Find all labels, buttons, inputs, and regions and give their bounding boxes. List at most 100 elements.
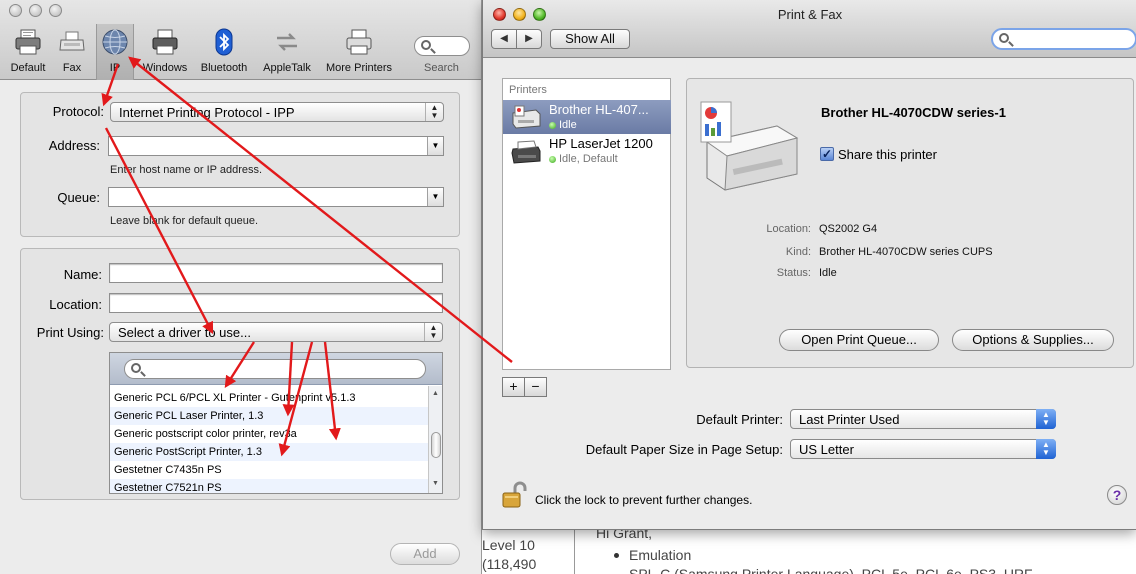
default-paper-value: US Letter [799, 442, 854, 457]
window-title: Print & Fax [777, 7, 843, 22]
updown-arrows-icon: ▲ ▼ [1036, 409, 1056, 429]
more-printers-icon [346, 29, 372, 55]
location-label: Location: [49, 297, 102, 312]
fax-icon [59, 31, 85, 51]
toolbar-fax-label: Fax [62, 62, 82, 74]
kind-key: Kind: [785, 246, 811, 258]
zoom-window-button[interactable] [49, 4, 62, 17]
add-printer-button[interactable]: + [502, 377, 525, 397]
toolbar-more-printers-label: More Printers [325, 62, 393, 74]
printers-list-header: Printers [509, 84, 547, 96]
scrollbar-thumb[interactable] [431, 432, 441, 458]
printer-row-brother[interactable]: Brother HL-407... Idle [503, 100, 671, 134]
back-button[interactable]: ◀ [491, 29, 517, 49]
forward-button[interactable]: ▶ [516, 29, 542, 49]
toolbar-appletalk-button[interactable]: AppleTalk [256, 26, 318, 78]
toolbar-windows-button[interactable]: Windows [138, 26, 192, 78]
default-printer-label: Default Printer: [696, 412, 783, 427]
name-field[interactable] [109, 263, 443, 283]
lock-open-icon[interactable] [501, 481, 527, 509]
chevron-down-icon[interactable]: ▼ [427, 188, 443, 206]
driver-list-item[interactable]: Generic PCL Laser Printer, 1.3 [110, 407, 428, 425]
toolbar-default-label: Default [10, 62, 46, 74]
printer-row-hp[interactable]: HP LaserJet 1200 Idle, Default [503, 134, 671, 168]
default-paper-popup[interactable]: US Letter ▲ ▼ [790, 439, 1056, 459]
printers-list: Printers Brother HL-407... Idle HP Laser… [502, 78, 671, 370]
share-printer-checkbox[interactable]: ✓ [820, 147, 834, 161]
driver-list-scrollbar[interactable]: ▲ ▼ [428, 386, 442, 493]
toolbar-fax-button[interactable]: Fax [54, 26, 90, 78]
help-button[interactable]: ? [1107, 485, 1127, 505]
printer-icon [15, 29, 41, 55]
close-window-button[interactable] [9, 4, 22, 17]
selected-printer-name: Brother HL-4070CDW series-1 [821, 105, 1006, 120]
add-button[interactable]: Add [390, 543, 460, 565]
driver-list-item[interactable]: Gestetner C7435n PS [110, 461, 428, 479]
default-printer-popup[interactable]: Last Printer Used ▲ ▼ [790, 409, 1056, 429]
queue-hint: Leave blank for default queue. [110, 215, 259, 227]
open-print-queue-button[interactable]: Open Print Queue... [779, 329, 939, 351]
toolbar-default-button[interactable]: Default [4, 26, 52, 78]
search-icon [131, 363, 141, 373]
protocol-popup[interactable]: Internet Printing Protocol - IPP ▲ ▼ [110, 102, 444, 122]
status-key: Status: [776, 267, 811, 279]
scroll-up-icon[interactable]: ▲ [432, 390, 439, 397]
driver-list-item[interactable]: Generic PCL 6/PCL XL Printer - Gutenprin… [110, 389, 428, 407]
remove-printer-button[interactable]: − [524, 377, 547, 397]
background-points-text: (118,490 [482, 556, 537, 572]
lock-message: Click the lock to prevent further change… [535, 493, 753, 507]
windows-printer-icon [152, 29, 178, 55]
toolbar-search-field[interactable] [414, 36, 470, 56]
bullet-icon [614, 553, 619, 558]
status-dot-icon [549, 156, 556, 163]
toolbar-windows-label: Windows [142, 62, 188, 74]
toolbar-more-printers-button[interactable]: More Printers [320, 26, 398, 78]
status-dot-icon [549, 122, 556, 129]
printer-status: Idle, Default [559, 153, 618, 165]
toolbar-bluetooth-label: Bluetooth [200, 62, 248, 74]
options-supplies-button[interactable]: Options & Supplies... [952, 329, 1114, 351]
driver-list-item[interactable]: Generic postscript color printer, rev3a [110, 425, 428, 443]
address-combo-field[interactable]: ▼ [108, 136, 444, 156]
location-field[interactable] [109, 293, 443, 313]
updown-arrows-icon: ▲ ▼ [1036, 439, 1056, 459]
print-using-label: Print Using: [36, 325, 104, 340]
toolbar-ip-label: IP [109, 62, 121, 74]
background-divider [574, 530, 575, 574]
queue-combo-field[interactable]: ▼ [108, 187, 444, 207]
address-label: Address: [48, 138, 100, 153]
share-printer-label: Share this printer [838, 147, 937, 162]
show-all-button[interactable]: Show All [550, 29, 630, 49]
chevron-down-icon[interactable]: ▼ [427, 137, 443, 155]
appletalk-icon [277, 33, 297, 51]
status-value: Idle [819, 267, 837, 279]
toolbar-search-label: Search [424, 62, 459, 74]
print-using-popup[interactable]: Select a driver to use... ▲ ▼ [109, 322, 443, 342]
protocol-label: Protocol: [52, 104, 104, 119]
scroll-down-icon[interactable]: ▼ [432, 480, 439, 487]
default-printer-value: Last Printer Used [799, 412, 900, 427]
print-fax-window: Print & Fax ◀ ▶ Show All Printers Brothe… [482, 0, 1136, 530]
bluetooth-icon [215, 28, 233, 56]
laser-printer-icon [511, 140, 541, 164]
protocol-value: Internet Printing Protocol - IPP [119, 105, 295, 120]
preferences-search-field[interactable] [991, 28, 1136, 50]
kind-value: Brother HL-4070CDW series CUPS [819, 246, 993, 258]
printer-name: Brother HL-407... [549, 102, 649, 117]
color-laser-printer-icon [512, 105, 541, 129]
updown-arrows-icon: ▲ ▼ [424, 323, 442, 341]
printer-large-icon [700, 101, 799, 191]
search-icon [421, 40, 431, 50]
driver-search-field[interactable] [124, 359, 426, 379]
updown-arrows-icon: ▲ ▼ [425, 103, 443, 121]
globe-icon [102, 29, 128, 55]
name-label: Name: [63, 267, 102, 282]
toolbar-ip-button[interactable]: IP [96, 24, 134, 80]
search-icon [999, 33, 1009, 43]
background-level-text: Level 10 [482, 537, 535, 553]
toolbar-bluetooth-button[interactable]: Bluetooth [196, 26, 252, 78]
minimize-window-button[interactable] [29, 4, 42, 17]
toolbar-appletalk-label: AppleTalk [263, 62, 311, 74]
driver-list-item[interactable]: Generic PostScript Printer, 1.3 [110, 443, 428, 461]
driver-list-item[interactable]: Gestetner C7521n PS [110, 479, 428, 493]
